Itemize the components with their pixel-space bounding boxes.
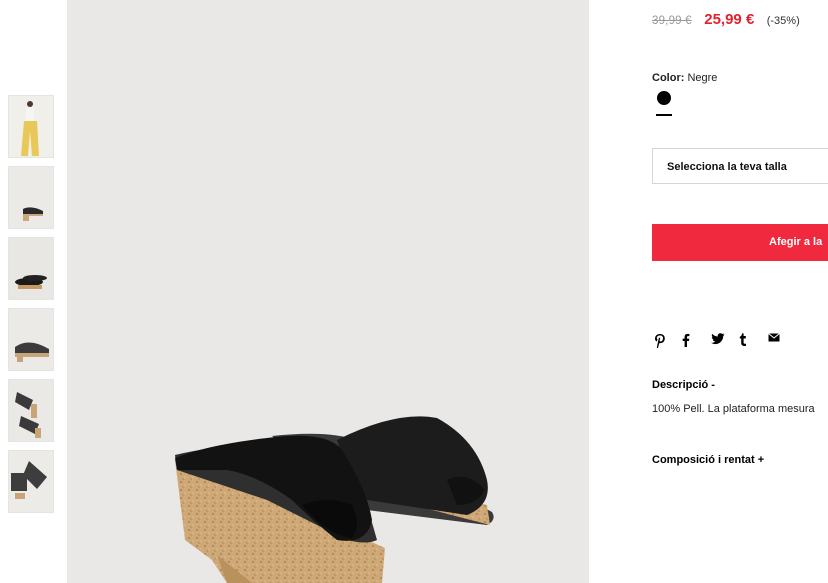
size-select[interactable]: Selecciona la teva talla xyxy=(652,148,828,184)
old-price: 39,99 € xyxy=(652,15,692,27)
thumbnail-gallery xyxy=(8,95,54,521)
tumblr-icon[interactable] xyxy=(739,333,753,349)
selected-swatch-indicator xyxy=(656,114,672,116)
thumbnail-2[interactable] xyxy=(8,166,54,229)
composition-toggle[interactable]: Composició i rentat + xyxy=(652,454,764,466)
product-main-image[interactable] xyxy=(67,0,589,583)
sale-price: 25,99 € xyxy=(704,11,755,28)
thumbnail-5[interactable] xyxy=(8,379,54,442)
thumbnail-1[interactable] xyxy=(8,95,54,158)
discount-badge: (-35%) xyxy=(766,15,800,27)
color-label-value: Negre xyxy=(687,72,718,84)
share-icons xyxy=(654,333,792,349)
thumbnail-6[interactable] xyxy=(8,450,54,513)
description-toggle[interactable]: Descripció - xyxy=(652,379,715,391)
color-swatch-black[interactable] xyxy=(657,91,671,105)
price-row: 39,99 € 25,99 € (-35%) xyxy=(652,11,800,29)
description-text: 100% Pell. La plataforma mesura xyxy=(652,403,815,415)
thumbnail-4[interactable] xyxy=(8,308,54,371)
pinterest-icon[interactable] xyxy=(654,333,668,349)
thumbnail-3[interactable] xyxy=(8,237,54,300)
color-label-key: Color: xyxy=(652,72,685,84)
color-label: Color: Negre xyxy=(652,72,717,84)
mail-icon[interactable] xyxy=(767,333,782,349)
product-info-panel: 39,99 € 25,99 € (-35%) Color: Negre Sele… xyxy=(652,0,828,583)
add-to-bag-button[interactable]: Afegir a la xyxy=(652,224,828,261)
facebook-icon[interactable] xyxy=(682,333,696,349)
twitter-icon[interactable] xyxy=(710,333,725,349)
